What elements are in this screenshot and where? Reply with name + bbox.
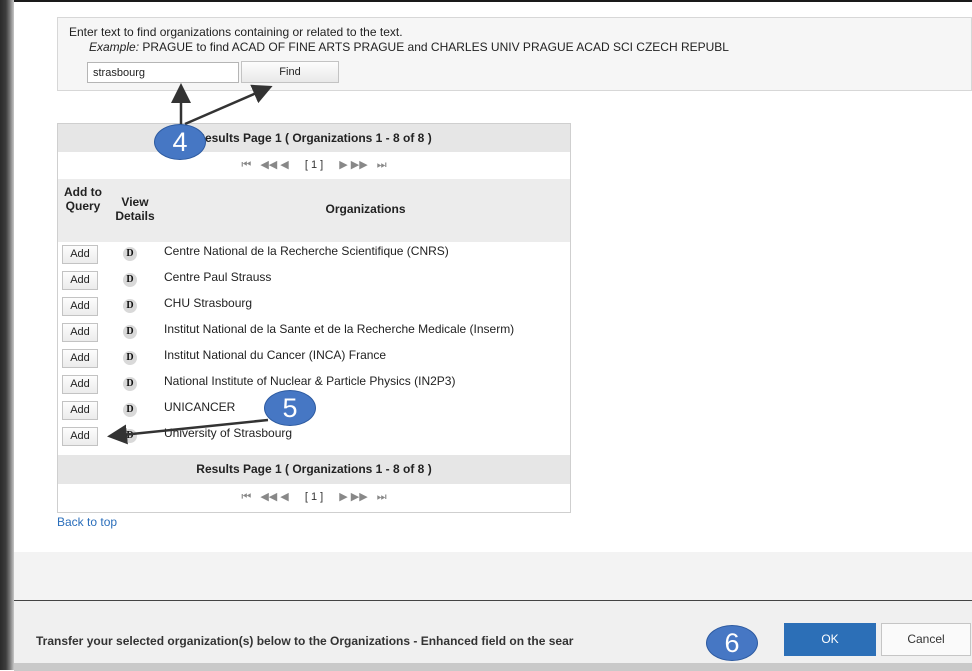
callout-5: 5: [264, 390, 316, 426]
callout-6: 6: [706, 625, 758, 661]
arrow-to-find: [184, 84, 273, 126]
annotation-arrows: [107, 83, 273, 445]
arrow-to-add: [107, 418, 269, 445]
callout-4: 4: [154, 124, 206, 160]
